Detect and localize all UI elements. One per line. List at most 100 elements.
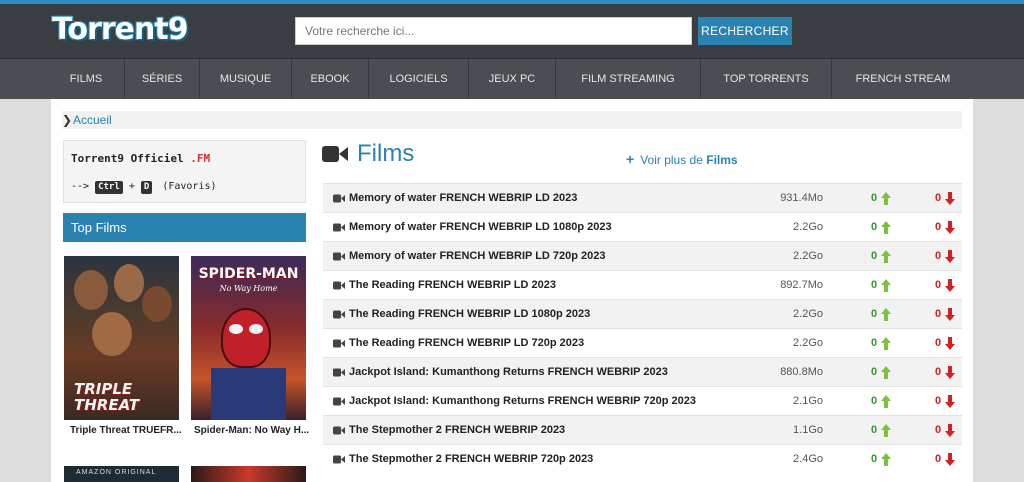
nav-item-films[interactable]: FILMS [48, 59, 125, 99]
torrent-name-link[interactable]: The Reading FRENCH WEBRIP LD 2023 [349, 271, 556, 300]
torrent-name-link[interactable]: The Reading FRENCH WEBRIP LD 720p 2023 [349, 329, 584, 358]
arrow-down-icon [945, 453, 955, 466]
main-nav: FILMS SÉRIES MUSIQUE EBOOK LOGICIELS JEU… [0, 58, 1024, 99]
plus-icon: + [626, 151, 635, 167]
arrow-up-icon [881, 250, 891, 263]
official-site-tld: .FM [190, 152, 211, 165]
video-camera-icon [333, 455, 345, 464]
video-camera-icon [333, 281, 345, 290]
video-camera-icon [333, 194, 345, 203]
nav-item-series[interactable]: SÉRIES [125, 59, 200, 99]
seeders-count: 0 [871, 308, 878, 320]
arrow-up-icon [881, 308, 891, 321]
torrent-name-link[interactable]: The Reading FRENCH WEBRIP LD 1080p 2023 [349, 300, 590, 329]
torrent-row[interactable]: The Stepmother 2 FRENCH WEBRIP 2023 1.1Go… [323, 415, 962, 444]
arrow-up-icon [881, 221, 891, 234]
arrow-up-icon [881, 395, 891, 408]
arrow-down-icon [945, 395, 955, 408]
video-camera-icon [322, 146, 348, 162]
torrent-row[interactable]: Memory of water FRENCH WEBRIP LD 2023 931… [323, 183, 962, 212]
arrow-up-icon [881, 279, 891, 292]
search-button[interactable]: RECHERCHER [698, 17, 792, 45]
video-camera-icon [333, 310, 345, 319]
poster-fourth[interactable] [191, 466, 306, 482]
video-camera-icon [333, 223, 345, 232]
torrent-row[interactable]: The Reading FRENCH WEBRIP LD 2023 892.7Mo… [323, 270, 962, 299]
leechers-count: 0 [935, 395, 942, 407]
nav-item-top-torrents[interactable]: TOP TORRENTS [701, 59, 832, 99]
nav-item-logiciels[interactable]: LOGICIELS [369, 59, 469, 99]
arrow-down-icon [945, 192, 955, 205]
torrent-row[interactable]: The Stepmother 2 FRENCH WEBRIP 720p 2023… [323, 444, 962, 473]
torrent-size: 2.1Go [793, 395, 823, 407]
poster-triple-threat[interactable]: TRIPLE THREAT [64, 256, 179, 420]
site-header: Torrent9 RECHERCHER [0, 0, 1024, 58]
nav-item-french-stream[interactable]: FRENCH STREAM [832, 59, 974, 99]
arrow-down-icon [945, 308, 955, 321]
torrent-name-link[interactable]: Jackpot Island: Kumanthong Returns FRENC… [349, 387, 696, 416]
poster-caption-triple-threat[interactable]: Triple Threat TRUEFR... [70, 425, 182, 436]
leechers-count: 0 [935, 453, 942, 465]
torrent-row[interactable]: The Reading FRENCH WEBRIP LD 720p 2023 2.… [323, 328, 962, 357]
nav-item-film-streaming[interactable]: FILM STREAMING [556, 59, 701, 99]
seeders-count: 0 [871, 279, 878, 291]
arrow-down-icon [945, 424, 955, 437]
poster-spider-man[interactable]: SPIDER-MAN No Way Home [191, 256, 306, 420]
video-camera-icon [333, 397, 345, 406]
torrent-row[interactable]: The Reading FRENCH WEBRIP LD 1080p 2023 2… [323, 299, 962, 328]
section-title-films: Films [357, 140, 415, 167]
see-more-films-link[interactable]: + Voir plus de Films [626, 151, 738, 167]
breadcrumb: ❯ Accueil [62, 111, 962, 129]
ctrl-key: Ctrl [95, 181, 123, 194]
torrent-name-link[interactable]: Memory of water FRENCH WEBRIP LD 2023 [349, 184, 577, 213]
arrow-up-icon [881, 424, 891, 437]
torrent-row[interactable]: Jackpot Island: Kumanthong Returns FRENC… [323, 386, 962, 415]
torrent-row[interactable]: Memory of water FRENCH WEBRIP LD 720p 20… [323, 241, 962, 270]
nav-item-musique[interactable]: MUSIQUE [200, 59, 292, 99]
breadcrumb-home-link[interactable]: Accueil [73, 111, 112, 129]
torrent-size: 1.1Go [793, 424, 823, 436]
arrow-up-icon [881, 366, 891, 379]
torrent-name-link[interactable]: Memory of water FRENCH WEBRIP LD 720p 20… [349, 242, 606, 271]
arrow-up-icon [881, 337, 891, 350]
leechers-count: 0 [935, 250, 942, 262]
official-site-text: Torrent9 Officiel .FM [71, 152, 211, 165]
video-camera-icon [333, 339, 345, 348]
torrent-name-link[interactable]: Jackpot Island: Kumanthong Returns FRENC… [349, 358, 668, 387]
nav-item-ebook[interactable]: EBOOK [292, 59, 369, 99]
nav-item-jeux-pc[interactable]: JEUX PC [469, 59, 556, 99]
video-camera-icon [333, 368, 345, 377]
bookmark-shortcut: --> Ctrl + D (Favoris) [71, 181, 217, 194]
arrow-down-icon [945, 366, 955, 379]
video-camera-icon [333, 426, 345, 435]
torrent-size: 2.2Go [793, 250, 823, 262]
search-input[interactable] [295, 17, 692, 45]
torrent-size: 880.8Mo [780, 366, 823, 378]
chevron-right-icon: ❯ [62, 113, 73, 127]
torrent-row[interactable]: Jackpot Island: Kumanthong Returns FRENC… [323, 357, 962, 386]
main-content: ❯ Accueil Torrent9 Officiel .FM --> Ctrl… [51, 99, 973, 482]
site-logo[interactable]: Torrent9 [52, 12, 189, 47]
seeders-count: 0 [871, 395, 878, 407]
leechers-count: 0 [935, 366, 942, 378]
seeders-count: 0 [871, 366, 878, 378]
arrow-down-icon [945, 279, 955, 292]
seeders-count: 0 [871, 250, 878, 262]
video-camera-icon [333, 252, 345, 261]
seeders-count: 0 [871, 192, 878, 204]
torrent-name-link[interactable]: The Stepmother 2 FRENCH WEBRIP 720p 2023 [349, 445, 593, 474]
torrent-name-link[interactable]: The Stepmother 2 FRENCH WEBRIP 2023 [349, 416, 565, 445]
torrent-row[interactable]: Memory of water FRENCH WEBRIP LD 1080p 2… [323, 212, 962, 241]
leechers-count: 0 [935, 192, 942, 204]
torrent-size: 892.7Mo [780, 279, 823, 291]
top-films-header: Top Films [63, 213, 306, 242]
poster-caption-spider-man[interactable]: Spider-Man: No Way H... [194, 425, 309, 436]
leechers-count: 0 [935, 221, 942, 233]
d-key: D [140, 181, 153, 194]
poster-amazon-original[interactable]: AMAZON ORIGINAL [64, 466, 179, 482]
leechers-count: 0 [935, 279, 942, 291]
seeders-count: 0 [871, 453, 878, 465]
arrow-up-icon [881, 453, 891, 466]
torrent-size: 2.2Go [793, 337, 823, 349]
torrent-name-link[interactable]: Memory of water FRENCH WEBRIP LD 1080p 2… [349, 213, 612, 242]
